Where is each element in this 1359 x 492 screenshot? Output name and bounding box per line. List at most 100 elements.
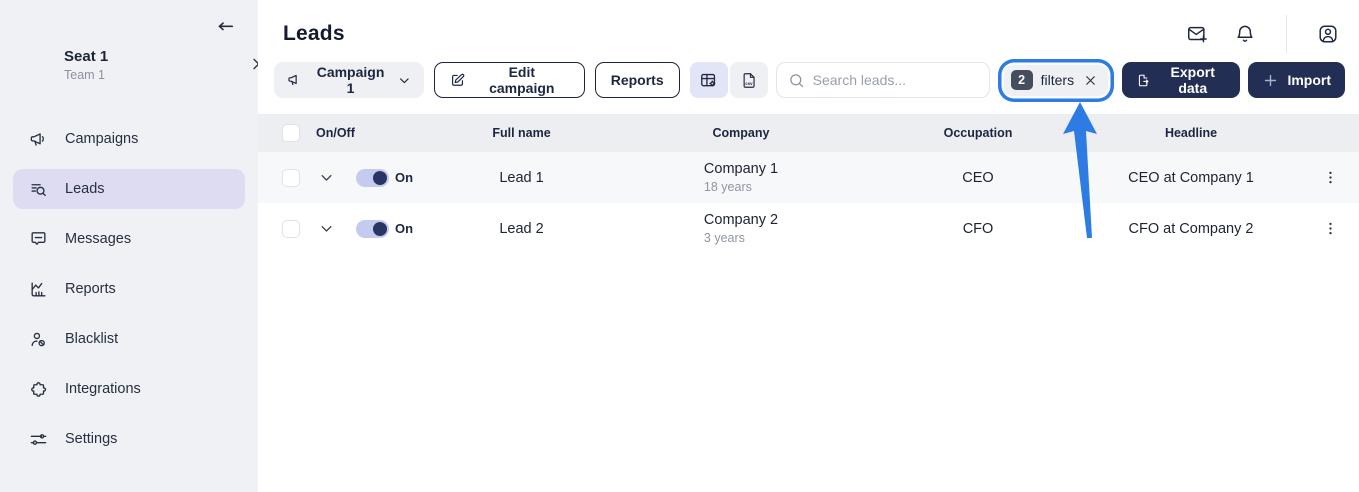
reports-button[interactable]: Reports: [594, 62, 680, 98]
kebab-menu-icon[interactable]: [1319, 166, 1343, 190]
svg-text:csv: csv: [745, 80, 753, 85]
chart-icon: [28, 279, 48, 299]
topbar-actions: [1184, 15, 1341, 53]
page-title: Leads: [283, 22, 345, 45]
onoff-toggle-cell: On: [344, 168, 439, 187]
sidebar-item-label: Leads: [65, 181, 105, 197]
edit-campaign-button[interactable]: Edit campaign: [434, 62, 585, 98]
toolbar-right: csv 2 filters Export data: [689, 62, 1345, 98]
toolbar: Campaign 1 Edit campaign Reports csv Sea…: [258, 52, 1359, 98]
mail-plus-icon[interactable]: [1184, 21, 1210, 47]
onoff-toggle[interactable]: [356, 168, 389, 187]
row-checkbox[interactable]: [282, 219, 300, 238]
megaphone-icon: [288, 74, 297, 86]
company-subtext: 3 years: [703, 231, 745, 245]
sidebar-item-leads[interactable]: Leads: [13, 169, 245, 209]
seat-switcher[interactable]: Seat 1 Team 1: [64, 48, 260, 83]
sidebar-item-label: Reports: [65, 281, 116, 297]
reports-label: Reports: [610, 72, 664, 88]
sidebar-item-label: Campaigns: [65, 131, 139, 147]
sidebar-item-label: Integrations: [65, 381, 141, 397]
fullname-cell: Lead 2: [499, 220, 544, 237]
filters-count-badge: 2: [1010, 70, 1033, 90]
csv-export-icon[interactable]: csv: [729, 62, 768, 98]
column-header-onoff: On/Off: [316, 126, 355, 140]
toggle-knob: [373, 170, 387, 185]
file-export-icon: [1138, 74, 1149, 86]
toggle-state-label: On: [395, 221, 414, 236]
filters-chip[interactable]: 2 filters: [1003, 64, 1109, 96]
seat-subtitle: Team 1: [64, 68, 105, 82]
column-header-company: Company: [712, 126, 770, 140]
chevron-down-icon[interactable]: [316, 219, 336, 239]
sidebar-nav: Campaigns Leads Messages Reports Blackli…: [13, 119, 245, 459]
search-leads-input[interactable]: [812, 72, 994, 88]
export-data-button[interactable]: Export data: [1122, 62, 1241, 98]
main-content: Leads Campaign 1 Edit campaign Reports c…: [258, 0, 1359, 492]
seat-title: Seat 1: [64, 48, 109, 65]
table-settings-icon[interactable]: [689, 62, 728, 98]
search-leads-box: [775, 62, 994, 98]
sidebar-item-label: Settings: [65, 431, 118, 447]
notifications-bell-icon[interactable]: [1232, 21, 1258, 47]
kebab-menu-icon[interactable]: [1319, 217, 1343, 241]
toggle-knob: [373, 221, 387, 236]
column-header-headline: Headline: [1164, 126, 1218, 140]
search-icon: [789, 73, 803, 87]
view-toggle-group: csv: [689, 62, 768, 98]
chevron-down-icon[interactable]: [316, 168, 336, 188]
table-row: On Lead 1 Company 1 18 years CEO CEO at …: [258, 152, 1359, 203]
sidebar-item-blacklist[interactable]: Blacklist: [13, 319, 245, 359]
campaign-selector[interactable]: Campaign 1: [274, 62, 425, 98]
collapse-sidebar-icon[interactable]: [210, 16, 238, 44]
onoff-toggle-cell: On: [344, 219, 439, 238]
leads-table: On/Off Full name Company Occupation Head…: [258, 114, 1359, 254]
campaign-selector-label: Campaign 1: [316, 64, 385, 96]
export-data-label: Export data: [1170, 64, 1215, 96]
sidebar-item-integrations[interactable]: Integrations: [13, 369, 245, 409]
sidebar: Seat 1 Team 1 Campaigns Leads Messages R…: [0, 0, 260, 492]
table-header-row: On/Off Full name Company Occupation Head…: [258, 114, 1359, 152]
column-header-fullname: Full name: [492, 126, 551, 140]
sidebar-item-settings[interactable]: Settings: [13, 419, 245, 459]
row-checkbox[interactable]: [282, 168, 300, 187]
company-name: Company 1: [703, 161, 779, 177]
close-icon[interactable]: [1082, 72, 1098, 88]
select-all-checkbox[interactable]: [282, 124, 300, 142]
sidebar-item-messages[interactable]: Messages: [13, 219, 245, 259]
headline-cell: CFO at Company 2: [1128, 220, 1254, 237]
app-window: Seat 1 Team 1 Campaigns Leads Messages R…: [0, 0, 1359, 492]
company-cell: Company 2 3 years: [604, 211, 878, 246]
fullname-cell: Lead 1: [499, 169, 544, 186]
chat-icon: [28, 229, 48, 249]
column-header-occupation: Occupation: [943, 126, 1013, 140]
puzzle-icon: [28, 379, 48, 399]
onoff-toggle[interactable]: [356, 219, 389, 238]
edit-campaign-label: Edit campaign: [489, 64, 555, 96]
sidebar-item-label: Blacklist: [65, 331, 119, 347]
import-button[interactable]: Import: [1248, 62, 1345, 98]
sidebar-item-reports[interactable]: Reports: [13, 269, 245, 309]
toggle-state-label: On: [395, 170, 414, 185]
table-row: On Lead 2 Company 2 3 years CFO CFO at C…: [258, 203, 1359, 254]
occupation-cell: CFO: [962, 220, 994, 237]
divider: [1286, 15, 1287, 53]
pencil-icon: [452, 73, 465, 86]
megaphone-icon: [28, 129, 48, 149]
company-name: Company 2: [703, 212, 779, 228]
sidebar-item-label: Messages: [65, 231, 132, 247]
plus-icon: [1265, 74, 1277, 86]
sliders-icon: [28, 429, 48, 449]
lead-search-icon: [28, 179, 48, 199]
user-block-icon: [28, 329, 48, 349]
topbar: Leads: [258, 0, 1359, 53]
sidebar-item-campaigns[interactable]: Campaigns: [13, 119, 245, 159]
company-cell: Company 1 18 years: [604, 160, 878, 195]
account-avatar-icon[interactable]: [1315, 21, 1341, 47]
filters-label: filters: [1040, 72, 1075, 88]
headline-cell: CEO at Company 1: [1128, 169, 1254, 186]
import-label: Import: [1287, 72, 1331, 88]
occupation-cell: CEO: [962, 169, 994, 186]
company-subtext: 18 years: [703, 180, 752, 194]
chevron-down-icon: [400, 77, 410, 83]
